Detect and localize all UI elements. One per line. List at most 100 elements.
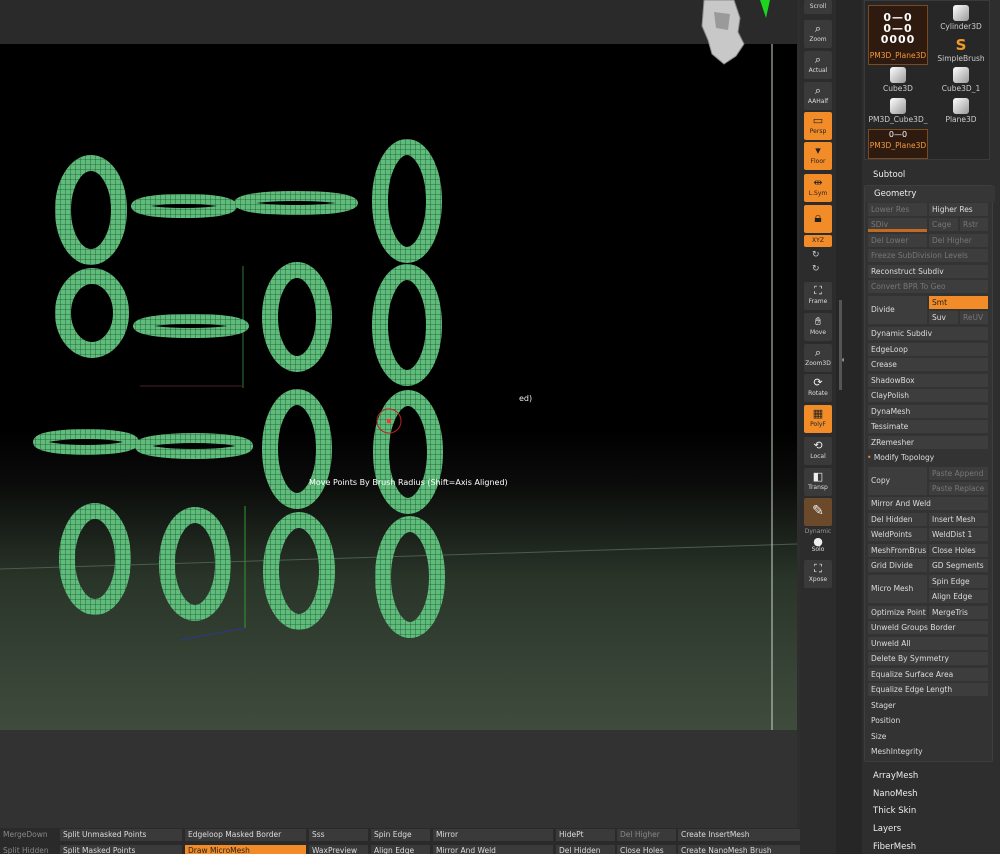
transp-button[interactable]: ◧ Transp — [804, 468, 832, 496]
arraymesh-header[interactable]: ArrayMesh — [873, 771, 999, 781]
aahalf-button[interactable]: ⌕ AAHalf — [804, 82, 832, 110]
rstr-button[interactable]: Rstr — [960, 218, 988, 231]
welddist-slider[interactable]: WeldDist 1 — [929, 528, 988, 541]
mirror-weld-shelf-button[interactable]: Mirror And Weld — [433, 845, 553, 854]
sss-button[interactable]: Sss — [309, 829, 368, 841]
move-button[interactable]: ✋︎ Move — [804, 313, 832, 341]
orientation-head-icon[interactable] — [694, 0, 784, 70]
suv-toggle[interactable]: Suv — [929, 311, 958, 324]
del-lower-button[interactable]: Del Lower — [868, 234, 927, 247]
floor-button[interactable]: ▾ Floor — [804, 142, 832, 170]
solo-button[interactable]: Dynamic ● Solo — [804, 528, 832, 554]
freeze-subdiv-button[interactable]: Freeze SubDivision Levels — [868, 249, 988, 262]
zremesher-button[interactable]: ZRemesher — [868, 436, 988, 449]
size-header[interactable]: Size — [868, 730, 988, 743]
grid-divide-button[interactable]: Grid Divide — [868, 559, 927, 572]
edgeloop-masked-button[interactable]: Edgeloop Masked Border — [185, 829, 306, 841]
xyz-button[interactable]: XYZ — [804, 235, 832, 247]
position-header[interactable]: Position — [868, 714, 988, 727]
local-button[interactable]: ⟲ Local — [804, 437, 832, 465]
zoom-button[interactable]: ⌕ Zoom — [804, 20, 832, 48]
rotate-z-icon[interactable]: ↻ — [812, 264, 820, 274]
gd-segments-slider[interactable]: GD Segments — [929, 559, 988, 572]
tool-tile[interactable]: 0—0 PM3D_Plane3D — [868, 129, 928, 159]
draw-micromesh-button[interactable]: Draw MicroMesh — [185, 845, 306, 854]
mirror-button[interactable]: Mirror — [433, 829, 553, 841]
actual-button[interactable]: ⌕ Actual — [804, 51, 832, 79]
hidept-button[interactable]: HidePt — [556, 829, 615, 841]
panel-scrollbar[interactable] — [839, 300, 842, 390]
edgeloop-button[interactable]: EdgeLoop — [868, 343, 988, 356]
subtool-header[interactable]: Subtool — [873, 170, 999, 180]
equalize-surface-button[interactable]: Equalize Surface Area — [868, 668, 988, 681]
del-higher-button[interactable]: Del Higher — [929, 234, 988, 247]
optimize-points-button[interactable]: Optimize Point — [868, 606, 927, 619]
copy-button[interactable]: Copy — [868, 467, 927, 495]
convert-bpr-button[interactable]: Convert BPR To Geo — [868, 280, 988, 293]
unweld-all-button[interactable]: Unweld All — [868, 637, 988, 650]
scroll-button[interactable]: Scroll — [804, 0, 832, 14]
mergedown-button[interactable]: MergeDown — [0, 829, 57, 841]
rotate-y-icon[interactable]: ↻ — [812, 250, 820, 260]
nanomesh-header[interactable]: NanoMesh — [873, 789, 999, 799]
lock-button[interactable]: 🔒︎ — [804, 205, 832, 233]
tool-tile[interactable]: 0—0 0—0 0000 PM3D_Plane3D — [868, 5, 928, 65]
mirror-weld-button[interactable]: Mirror And Weld — [868, 497, 988, 510]
modify-topology-header[interactable]: • Modify Topology — [865, 451, 991, 464]
shadowbox-button[interactable]: ShadowBox — [868, 374, 988, 387]
align-edge-button[interactable]: Align Edge — [929, 590, 988, 603]
ghost-button[interactable]: ✎ — [804, 498, 832, 526]
equalize-edge-button[interactable]: Equalize Edge Length — [868, 683, 988, 696]
micro-mesh-button[interactable]: Micro Mesh — [868, 575, 927, 603]
dynamic-subdiv-button[interactable]: Dynamic Subdiv — [868, 327, 988, 340]
crease-button[interactable]: Crease — [868, 358, 988, 371]
spin-edge-shelf-button[interactable]: Spin Edge — [371, 829, 430, 841]
thick-skin-header[interactable]: Thick Skin — [873, 806, 999, 816]
tool-tile[interactable]: S SimpleBrush — [931, 37, 991, 68]
dynamesh-button[interactable]: DynaMesh — [868, 405, 988, 418]
smt-toggle[interactable]: Smt — [929, 296, 988, 309]
lower-res-button[interactable]: Lower Res — [868, 203, 927, 216]
meshfrombrush-button[interactable]: MeshFromBrus — [868, 544, 927, 557]
create-nanomesh-button[interactable]: Create NanoMesh Brush — [678, 845, 800, 854]
close-holes-button[interactable]: Close Holes — [929, 544, 988, 557]
split-masked-button[interactable]: Split Masked Points — [60, 845, 182, 854]
split-unmasked-button[interactable]: Split Unmasked Points — [60, 829, 182, 841]
xpose-button[interactable]: ⛶ Xpose — [804, 560, 832, 588]
weldpoints-button[interactable]: WeldPoints — [868, 528, 927, 541]
lsym-button[interactable]: ⇹ L.Sym — [804, 174, 832, 202]
cage-button[interactable]: Cage — [929, 218, 958, 231]
tool-tile[interactable]: Cube3D — [868, 67, 928, 98]
reuv-toggle[interactable]: ReUV — [960, 311, 988, 324]
meshintegrity-header[interactable]: MeshIntegrity — [868, 745, 988, 758]
3d-viewport[interactable]: ed) Move Points By Brush Radius (Shift=A… — [0, 44, 797, 730]
layers-header[interactable]: Layers — [873, 824, 999, 834]
close-holes-shelf-button[interactable]: Close Holes — [617, 845, 676, 854]
geometry-header[interactable]: Geometry — [865, 186, 995, 202]
stager-header[interactable]: Stager — [868, 699, 988, 712]
tool-tile[interactable]: Plane3D — [931, 98, 991, 129]
paste-append-button[interactable]: Paste Append — [929, 467, 988, 480]
insert-mesh-button[interactable]: Insert Mesh — [929, 513, 988, 526]
fibermesh-header[interactable]: FiberMesh — [873, 842, 999, 852]
tool-tile[interactable]: Cylinder3D — [931, 5, 991, 36]
claypolish-button[interactable]: ClayPolish — [868, 389, 988, 402]
waxpreview-button[interactable]: WaxPreview — [309, 845, 368, 854]
mergetris-button[interactable]: MergeTris — [929, 606, 988, 619]
polyf-button[interactable]: ▦ PolyF — [804, 405, 832, 433]
reconstruct-subdiv-button[interactable]: Reconstruct Subdiv — [868, 265, 988, 278]
tool-tile[interactable]: PM3D_Cube3D_ — [868, 98, 928, 129]
del-hidden-button[interactable]: Del Hidden — [868, 513, 927, 526]
spin-edge-button[interactable]: Spin Edge — [929, 575, 988, 588]
del-hidden-shelf-button[interactable]: Del Hidden — [556, 845, 615, 854]
del-higher-shelf-button[interactable]: Del Higher — [617, 829, 676, 841]
split-hidden-button[interactable]: Split Hidden — [0, 845, 57, 854]
persp-button[interactable]: ▭ Persp — [804, 112, 832, 140]
unweld-groups-button[interactable]: Unweld Groups Border — [868, 621, 988, 634]
higher-res-button[interactable]: Higher Res — [929, 203, 988, 216]
zoom3d-button[interactable]: ⌕ Zoom3D — [804, 344, 832, 372]
paste-replace-button[interactable]: Paste Replace — [929, 482, 988, 495]
create-insertmesh-button[interactable]: Create InsertMesh — [678, 829, 800, 841]
delete-symmetry-button[interactable]: Delete By Symmetry — [868, 652, 988, 665]
align-edge-shelf-button[interactable]: Align Edge — [371, 845, 430, 854]
